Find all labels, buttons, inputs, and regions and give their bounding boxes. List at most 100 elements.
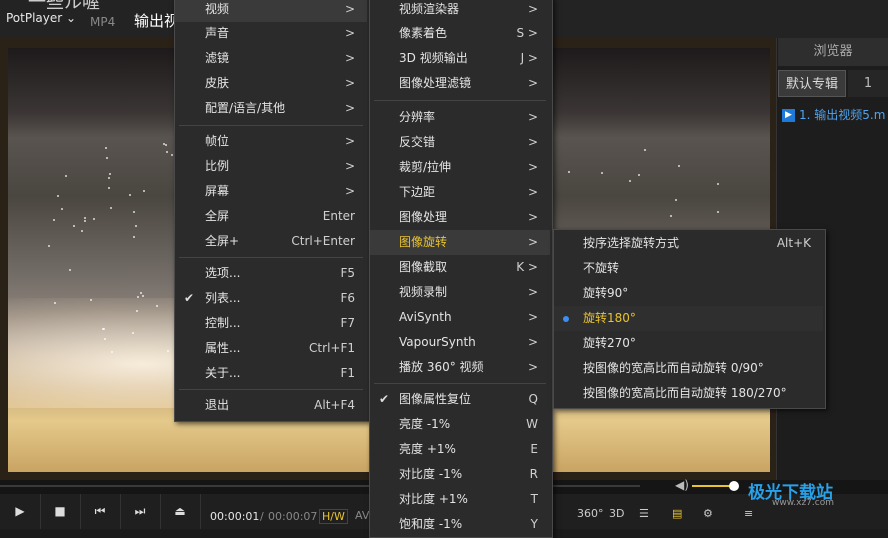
spark-dot xyxy=(716,182,719,185)
menu-item[interactable]: 3D 视频输出 J > xyxy=(370,46,550,71)
play-button[interactable]: ▶ xyxy=(0,494,41,529)
spark-dot xyxy=(84,220,87,223)
menu-item-label: 不旋转 xyxy=(583,261,620,275)
app-menu-button[interactable]: PotPlayer ⌄ xyxy=(6,11,76,25)
menu-item-label: 声音 xyxy=(205,26,230,40)
menu-item-shortcut: > xyxy=(527,110,538,124)
menu-item[interactable]: 分辨率 > xyxy=(370,105,550,130)
menu-item[interactable]: 声音 > xyxy=(175,21,367,46)
menu-item[interactable]: 按序选择旋转方式 Alt+K xyxy=(554,231,823,256)
menu-item[interactable]: 裁剪/拉伸 > xyxy=(370,155,550,180)
menu-item-label: 比例 xyxy=(205,159,230,173)
vr-360-button[interactable]: 360° xyxy=(577,507,604,520)
menu-item[interactable]: 图像截取 K > xyxy=(370,255,550,280)
volume-icon[interactable]: ◀) xyxy=(675,478,689,492)
menu-item[interactable]: 属性... Ctrl+F1 xyxy=(175,336,367,361)
menu-item[interactable]: 播放 360° 视频 > xyxy=(370,355,550,380)
menu-item[interactable]: 对比度 -1% R xyxy=(370,462,550,487)
menu-item[interactable]: 配置/语言/其他 > xyxy=(175,96,367,121)
volume-knob[interactable] xyxy=(729,481,739,491)
menu-item[interactable]: 选项... F5 xyxy=(175,261,367,286)
menu-item[interactable]: 图像属性复位 Q ✔ xyxy=(370,387,550,412)
hw-decode-button[interactable]: H/W xyxy=(319,509,348,524)
menu-item[interactable]: 按图像的宽高比而自动旋转 0/90° xyxy=(554,356,823,381)
menu-item[interactable]: 亮度 +1% E xyxy=(370,437,550,462)
menu-icon[interactable]: ≡ xyxy=(744,507,753,520)
menu-item-label: 亮度 -1% xyxy=(399,417,451,431)
stop-button[interactable]: ■ xyxy=(40,494,81,529)
menu-item[interactable]: 图像处理滤镜 > xyxy=(370,71,550,96)
spark-dot xyxy=(629,180,632,183)
menu-item[interactable]: 列表... F6 ✔ xyxy=(175,286,367,311)
spark-dot xyxy=(137,295,140,298)
album-count[interactable]: 1 xyxy=(848,70,888,97)
menu-item[interactable]: 屏幕 > xyxy=(175,179,367,204)
3d-button[interactable]: 3D xyxy=(609,507,624,520)
spark-dot xyxy=(107,177,110,180)
gear-icon[interactable]: ⚙ xyxy=(703,507,713,520)
menu-item[interactable]: 旋转180° xyxy=(554,306,823,331)
menu-item-label: 属性... xyxy=(205,341,241,355)
eject-button[interactable]: ⏏ xyxy=(160,494,201,529)
menu-item-shortcut: F6 xyxy=(340,291,355,305)
menu-item[interactable]: 像素着色 S > xyxy=(370,21,550,46)
menu-item-label: AviSynth xyxy=(399,310,452,324)
menu-item[interactable]: 饱和度 -1% Y xyxy=(370,512,550,537)
menu-item[interactable]: 帧位 > xyxy=(175,129,367,154)
menu-item-shortcut: E xyxy=(530,442,538,456)
menu-item[interactable]: 图像处理 > xyxy=(370,205,550,230)
menu-item[interactable]: 退出 Alt+F4 xyxy=(175,393,367,418)
menu-item[interactable]: 旋转90° xyxy=(554,281,823,306)
menu-item-shortcut: > xyxy=(527,210,538,224)
spark-dot xyxy=(48,245,51,248)
menu-item[interactable]: 亮度 -1% W xyxy=(370,412,550,437)
menu-item-label: 图像旋转 xyxy=(399,235,448,249)
menu-item[interactable]: 按图像的宽高比而自动旋转 180/270° xyxy=(554,381,823,406)
playlist-item[interactable]: ▶ 1. 输出视频5.m xyxy=(782,106,888,124)
spark-dot xyxy=(72,224,75,227)
spark-dot xyxy=(166,150,169,153)
menu-item[interactable]: 全屏 Enter xyxy=(175,204,367,229)
menu-item[interactable]: 视频渲染器 > xyxy=(370,0,550,22)
menu-item[interactable]: 旋转270° xyxy=(554,331,823,356)
menu-item[interactable]: 比例 > xyxy=(175,154,367,179)
search-list-icon[interactable]: ☰ xyxy=(639,507,649,520)
menu-item-label: 裁剪/拉伸 xyxy=(399,160,452,174)
menu-separator xyxy=(179,389,363,390)
chevron-right-icon: > xyxy=(344,101,355,115)
menu-item[interactable]: 视频录制 > xyxy=(370,280,550,305)
menu-item[interactable]: VapourSynth > xyxy=(370,330,550,355)
next-button[interactable]: ⏭ xyxy=(120,494,161,529)
spark-dot xyxy=(61,208,64,211)
spark-dot xyxy=(53,301,56,304)
menu-item-label: 关于... xyxy=(205,366,241,380)
menu-item[interactable]: 视频 > xyxy=(175,0,367,22)
menu-item[interactable]: AviSynth > xyxy=(370,305,550,330)
menu-item-shortcut: R xyxy=(529,467,538,481)
menu-item[interactable]: 反交错 > xyxy=(370,130,550,155)
menu-item[interactable]: 全屏+ Ctrl+Enter xyxy=(175,229,367,254)
spark-dot xyxy=(716,211,719,214)
spark-dot xyxy=(165,143,167,146)
menu-item[interactable]: 关于... F1 xyxy=(175,361,367,386)
play-icon: ▶ xyxy=(782,109,795,122)
menu-item[interactable]: 控制... F7 xyxy=(175,311,367,336)
previous-button[interactable]: ⏮ xyxy=(80,494,121,529)
spark-dot xyxy=(52,218,55,221)
menu-item[interactable]: 不旋转 xyxy=(554,256,823,281)
subtitle-icon[interactable]: ▤ xyxy=(672,507,682,520)
context-menu-rotate: 按序选择旋转方式 Alt+K 不旋转 旋转90° 旋转180° 旋转270° 按图像的宽高比… xyxy=(553,229,826,409)
menu-item[interactable]: 下边距 > xyxy=(370,180,550,205)
menu-item[interactable]: 皮肤 > xyxy=(175,71,367,96)
menu-item-label: 视频渲染器 xyxy=(399,2,460,16)
menu-item[interactable]: 滤镜 > xyxy=(175,46,367,71)
menu-item[interactable]: 图像旋转 > xyxy=(370,230,550,255)
menu-item[interactable]: 对比度 +1% T xyxy=(370,487,550,512)
tab-browser[interactable]: 浏览器 xyxy=(778,38,888,66)
spark-dot xyxy=(110,351,113,354)
spark-dot xyxy=(678,165,681,168)
menu-item-label: 播放 360° 视频 xyxy=(399,360,484,374)
tab-default-album[interactable]: 默认专辑 xyxy=(778,70,846,97)
av-label[interactable]: AV xyxy=(355,509,369,522)
chevron-right-icon: > xyxy=(344,51,355,65)
